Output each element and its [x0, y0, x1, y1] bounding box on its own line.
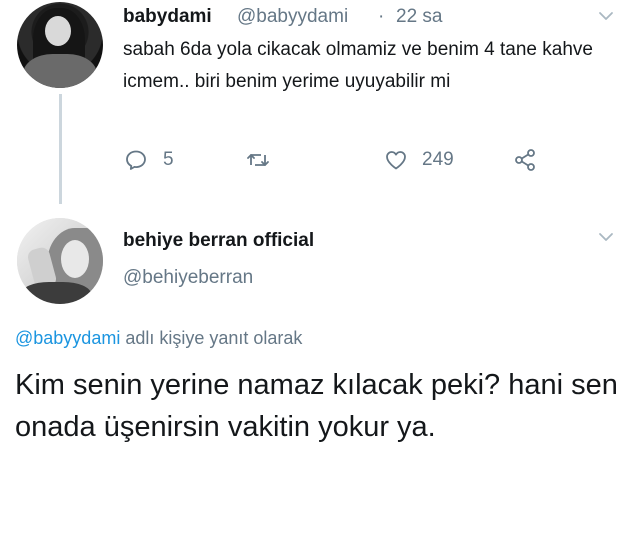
retweet-icon[interactable] — [246, 148, 270, 172]
avatar-body — [23, 54, 97, 88]
tweet2-display-name[interactable]: behiye berran official — [123, 230, 314, 252]
reply-icon[interactable] — [124, 148, 148, 172]
tweet1-display-name[interactable]: babydami — [123, 6, 212, 28]
thread-line — [59, 94, 62, 204]
avatar-face — [61, 240, 89, 278]
share-icon[interactable] — [513, 148, 537, 172]
chevron-down-icon[interactable] — [598, 8, 614, 24]
avatar-clothing — [21, 282, 91, 304]
like-count: 249 — [422, 149, 454, 170]
chevron-down-icon[interactable] — [598, 229, 614, 245]
tweet2-text: Kim senin yerine namaz kılacak peki? han… — [15, 369, 618, 443]
tweet1-separator: · — [378, 6, 385, 27]
tweet1-handle[interactable]: @babyydami — [237, 6, 348, 28]
avatar-face — [45, 16, 71, 46]
avatar-babydami[interactable] — [17, 2, 103, 88]
tweet1-timestamp[interactable]: 22 sa — [396, 6, 442, 28]
reply-context-text: adlı kişiye yanıt olarak — [120, 328, 303, 348]
like-icon[interactable] — [384, 148, 408, 172]
tweet1-text: sabah 6da yola cikacak olmamiz ve benim … — [123, 39, 593, 92]
avatar-behiyeberran[interactable] — [17, 218, 103, 304]
reply-mention-link[interactable]: @babyydami — [15, 328, 120, 348]
reply-count: 5 — [163, 149, 174, 170]
reply-context: @babyydami adlı kişiye yanıt olarak — [15, 328, 302, 349]
tweet2-handle[interactable]: @behiyeberran — [123, 267, 253, 289]
